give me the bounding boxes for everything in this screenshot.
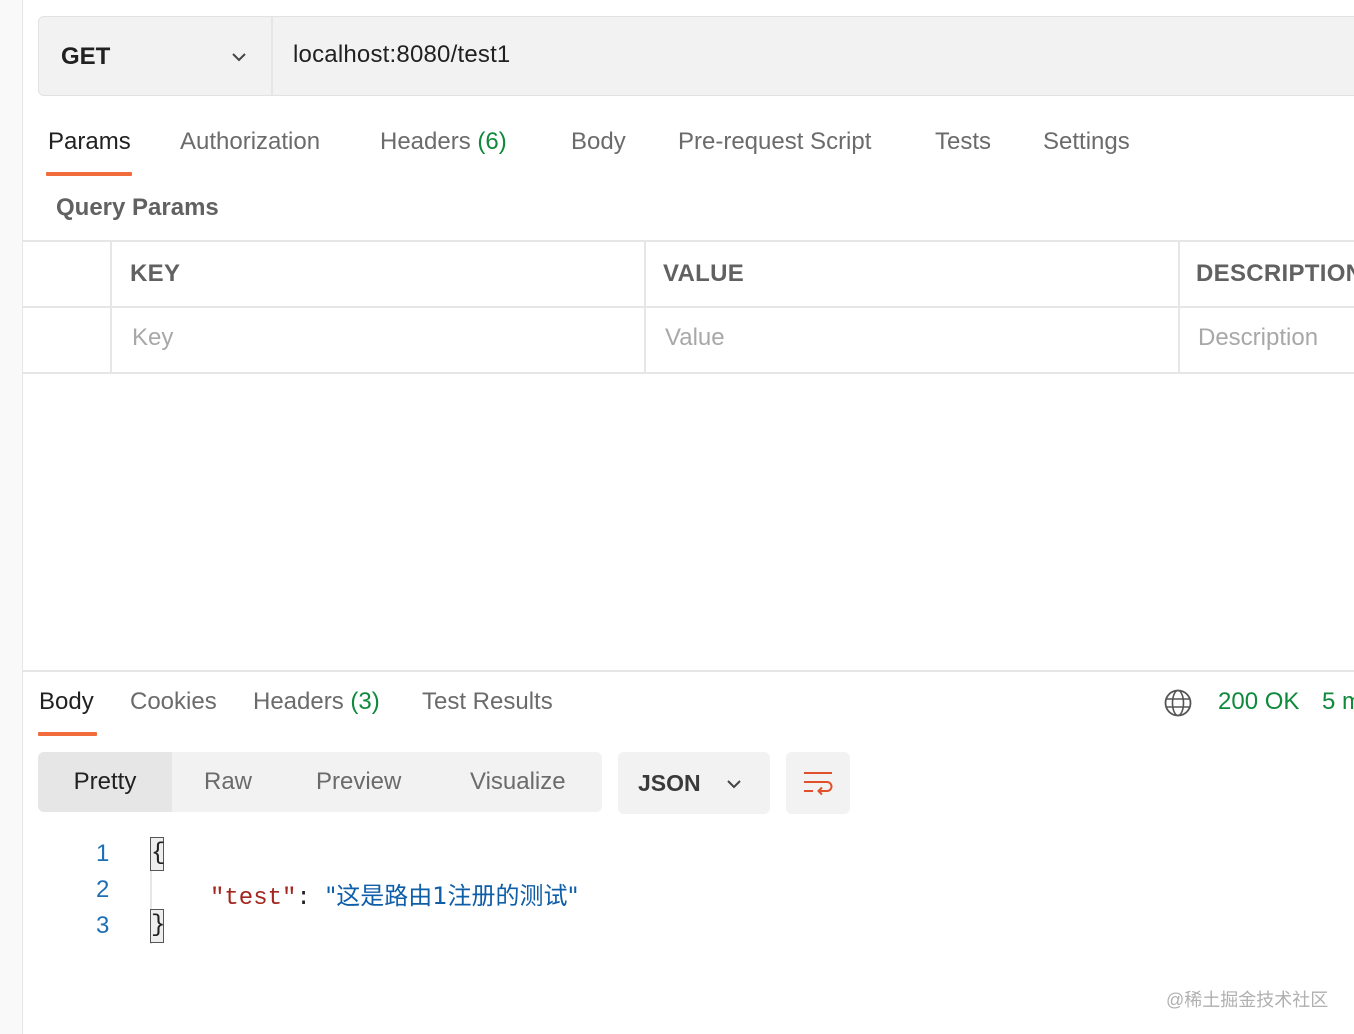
query-params-table: KEY VALUE DESCRIPTION Key Value Descript… <box>22 240 1354 374</box>
sidebar-edge <box>0 0 23 1034</box>
response-tab-cookies[interactable]: Cookies <box>130 688 217 716</box>
tab-label: Body <box>39 688 94 715</box>
json-colon: : <box>296 885 326 912</box>
tab-params[interactable]: Params <box>48 128 131 156</box>
description-input[interactable]: Description <box>1198 324 1318 352</box>
column-divider <box>1178 242 1180 372</box>
tab-label: Params <box>48 128 131 155</box>
wrap-lines-icon <box>804 772 833 796</box>
request-url-bar: GET localhost:8080/test1 <box>38 16 1354 96</box>
tab-label: Body <box>571 128 626 155</box>
table-row-divider <box>22 306 1354 308</box>
globe-icon[interactable] <box>1163 688 1193 718</box>
column-header-description: DESCRIPTION <box>1196 260 1354 287</box>
chevron-down-icon <box>727 780 741 789</box>
view-mode-selector: Pretty Raw Preview Visualize <box>38 752 602 812</box>
tab-authorization[interactable]: Authorization <box>180 128 320 156</box>
response-time[interactable]: 5 m <box>1322 688 1354 716</box>
json-string-value: "这是路由1注册的测试" <box>325 882 579 910</box>
column-divider <box>110 242 112 372</box>
column-header-key: KEY <box>130 260 181 287</box>
column-header-value: VALUE <box>663 260 745 287</box>
line-number: 3 <box>96 912 110 939</box>
tab-pre-request-script[interactable]: Pre-request Script <box>678 128 871 156</box>
tab-label: Authorization <box>180 128 321 155</box>
tab-headers[interactable]: Headers (6) <box>380 128 507 156</box>
close-brace: } <box>150 909 165 943</box>
watermark: @稀土掘金技术社区 <box>1166 990 1329 1010</box>
tab-settings[interactable]: Settings <box>1043 128 1130 156</box>
tab-count-badge: (3) <box>350 688 380 715</box>
tab-label: Pre-request Script <box>678 128 872 155</box>
line-number: 1 <box>96 840 110 867</box>
tab-label: Test Results <box>422 688 553 715</box>
format-label: JSON <box>638 770 701 796</box>
view-mode-visualize[interactable]: Visualize <box>470 752 566 812</box>
format-select[interactable]: JSON <box>618 752 770 814</box>
tab-label: Tests <box>935 128 992 155</box>
response-tab-test-results[interactable]: Test Results <box>422 688 553 716</box>
open-brace: { <box>150 837 165 871</box>
method-label: GET <box>61 43 111 70</box>
chevron-down-icon <box>232 53 246 62</box>
line-number: 2 <box>96 876 110 903</box>
query-params-title: Query Params <box>56 194 219 221</box>
url-input[interactable]: localhost:8080/test1 <box>293 41 510 69</box>
json-key: "test" <box>210 885 297 912</box>
tab-body[interactable]: Body <box>571 128 626 156</box>
tab-label: Cookies <box>130 688 217 715</box>
pane-resize-handle[interactable] <box>22 670 1354 672</box>
status-badge[interactable]: 200 OK <box>1218 688 1299 716</box>
tab-count-badge: (6) <box>477 128 507 155</box>
code-line-2: "test": "这是路由1注册的测试" <box>210 876 579 912</box>
active-tab-indicator <box>38 732 97 736</box>
value-input[interactable]: Value <box>665 324 725 352</box>
key-input[interactable]: Key <box>132 324 173 352</box>
tab-label: Headers <box>253 688 344 715</box>
view-mode-pretty[interactable]: Pretty <box>38 752 172 812</box>
view-mode-preview[interactable]: Preview <box>316 752 401 812</box>
tab-tests[interactable]: Tests <box>935 128 991 156</box>
active-tab-indicator <box>46 172 132 176</box>
tab-label: Settings <box>1043 128 1130 155</box>
tab-label: Headers <box>380 128 471 155</box>
wrap-lines-button[interactable] <box>786 752 850 814</box>
response-tab-headers[interactable]: Headers (3) <box>253 688 380 716</box>
method-select[interactable]: GET <box>39 17 273 95</box>
view-mode-raw[interactable]: Raw <box>204 752 252 812</box>
response-tab-body[interactable]: Body <box>39 688 94 716</box>
column-divider <box>644 242 646 372</box>
